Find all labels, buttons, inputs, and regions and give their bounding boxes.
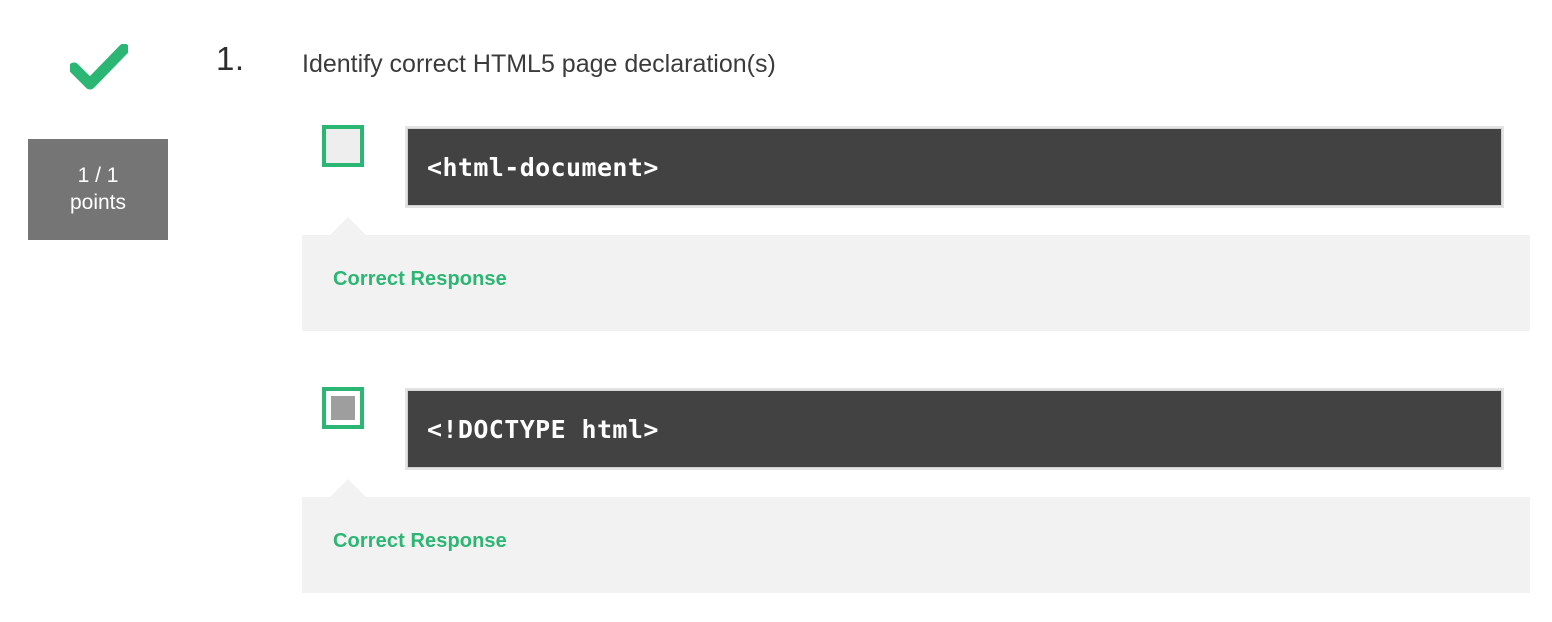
feedback-panel: Correct Response [302, 217, 1530, 331]
answer-code-block: <!DOCTYPE html> [407, 390, 1502, 468]
checkbox-checked-icon[interactable] [322, 387, 364, 429]
feedback-text: Correct Response [333, 530, 507, 552]
answer-code-block: <html-document> [407, 128, 1502, 206]
checkbox-fill-icon [331, 396, 355, 420]
feedback-pointer-icon [330, 479, 366, 497]
feedback-panel: Correct Response [302, 479, 1530, 593]
points-value: 1 / 1 [77, 163, 119, 187]
question-status-column: 1 / 1 points [0, 0, 196, 622]
correct-check-icon [70, 44, 128, 90]
question-text: Identify correct HTML5 page declaration(… [302, 50, 776, 78]
answer-code-text: <!DOCTYPE html> [427, 414, 659, 444]
answer-code-text: <html-document> [427, 152, 659, 182]
checkbox-unchecked-icon[interactable] [322, 125, 364, 167]
feedback-text: Correct Response [333, 268, 507, 290]
question-number: 1. [216, 40, 245, 77]
feedback-pointer-icon [330, 217, 366, 235]
points-label: points [69, 190, 127, 214]
points-badge: 1 / 1 points [28, 139, 168, 240]
